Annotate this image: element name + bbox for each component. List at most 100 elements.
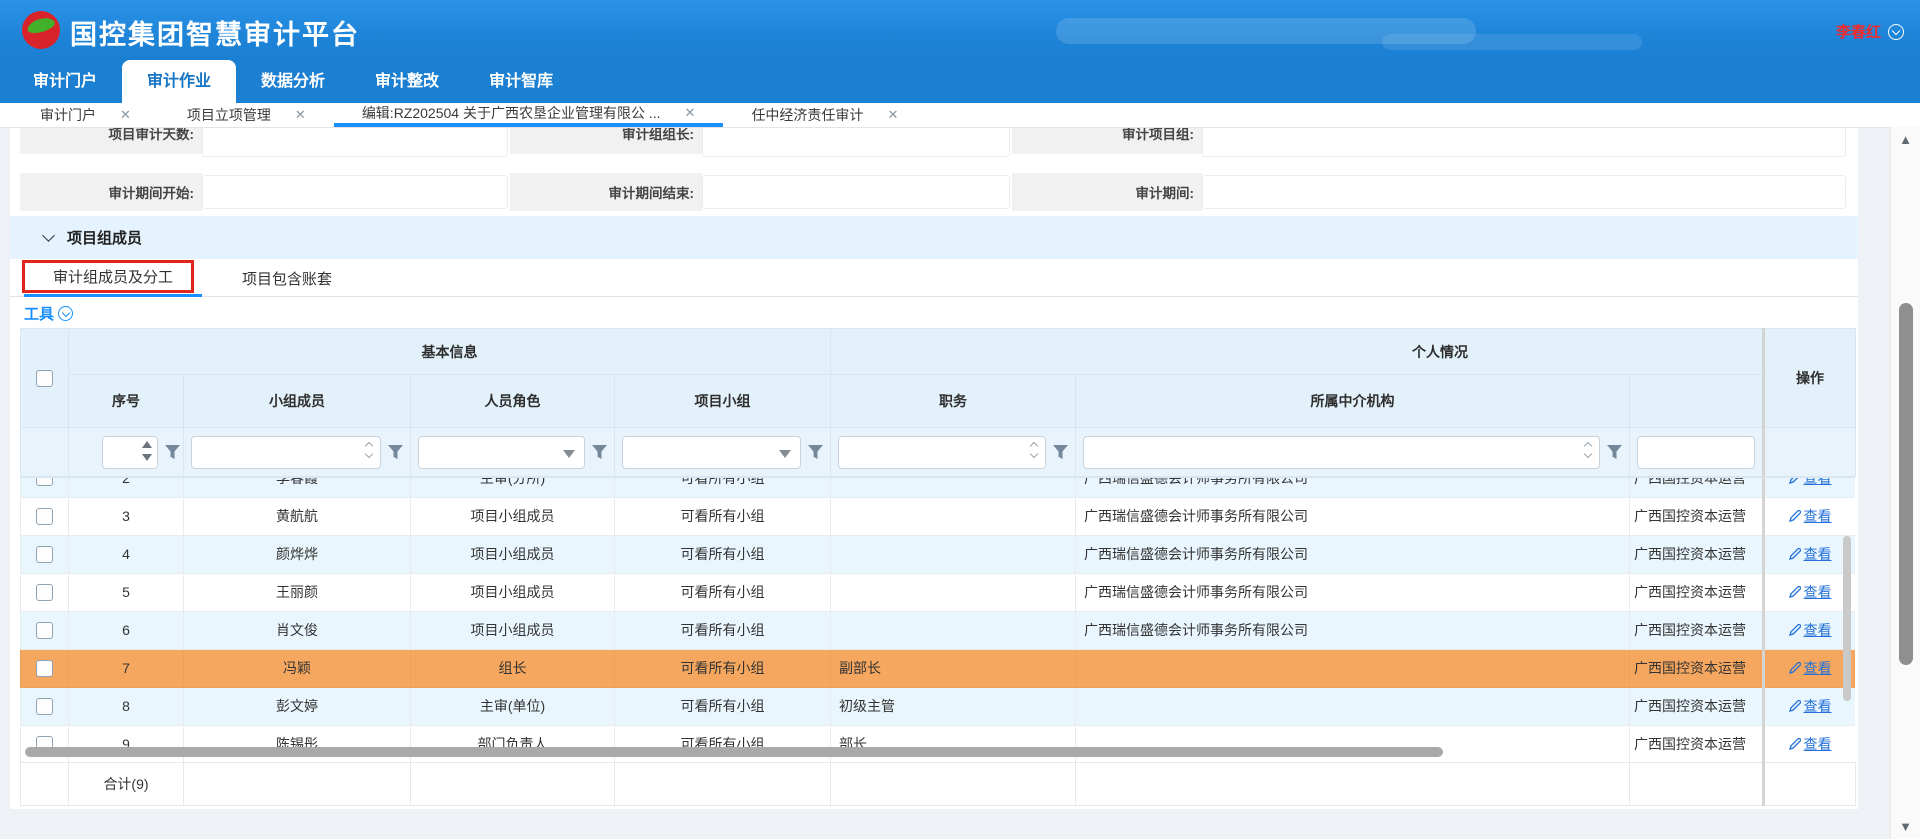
cell-seq: 2 bbox=[69, 477, 184, 497]
spin-down-icon[interactable] bbox=[142, 454, 152, 461]
spin-up-icon[interactable] bbox=[142, 441, 152, 448]
row-checkbox-cell bbox=[21, 497, 69, 535]
document-tab[interactable]: 项目立项管理✕ bbox=[159, 103, 334, 127]
tab-project-account-sets[interactable]: 项目包含账套 bbox=[222, 259, 352, 297]
row-checkbox[interactable] bbox=[36, 622, 53, 639]
filter-funnel-icon[interactable] bbox=[1053, 445, 1068, 459]
filter-controls bbox=[1630, 436, 1762, 469]
section-header-project-members[interactable]: 项目组成员 bbox=[10, 216, 1858, 259]
cell-group: 可看所有小组 bbox=[615, 535, 831, 573]
close-icon[interactable]: ✕ bbox=[120, 107, 131, 123]
select-all-checkbox[interactable] bbox=[36, 370, 53, 387]
select-filter-dropdown[interactable] bbox=[418, 436, 585, 469]
close-icon[interactable]: ✕ bbox=[295, 107, 306, 123]
chevron-down-icon bbox=[1584, 449, 1592, 457]
audit-period-end-input[interactable] bbox=[702, 175, 1010, 209]
combo-chevrons-icon[interactable] bbox=[1031, 443, 1037, 457]
row-checkbox[interactable] bbox=[36, 477, 53, 486]
footer-cell bbox=[21, 763, 69, 806]
content-area: 项目审计天数: 审计组组长: 审计项目组: 审计期间开始: 审计期间结束: 审计… bbox=[0, 127, 1890, 839]
combo-chevrons-icon[interactable] bbox=[366, 443, 372, 457]
row-checkbox[interactable] bbox=[36, 546, 53, 563]
cell-member: 黄航航 bbox=[184, 497, 411, 535]
tab-audit-team-members[interactable]: 审计组成员及分工 bbox=[24, 259, 202, 297]
form-input[interactable] bbox=[702, 127, 1010, 157]
close-icon[interactable]: ✕ bbox=[685, 105, 696, 121]
user-name[interactable]: 李春红 bbox=[1836, 21, 1881, 42]
number-filter-input[interactable] bbox=[102, 436, 158, 469]
nav-item-2[interactable]: 审计作业 bbox=[122, 60, 236, 103]
row-checkbox-cell bbox=[21, 611, 69, 649]
row-checkbox[interactable] bbox=[36, 508, 53, 525]
scroll-down-arrow[interactable]: ▼ bbox=[1891, 819, 1920, 834]
nav-item-4[interactable]: 审计整改 bbox=[350, 60, 464, 103]
form-input[interactable] bbox=[1202, 127, 1846, 157]
column-header-7 bbox=[1630, 375, 1764, 428]
audit-period-start-input[interactable] bbox=[202, 175, 508, 209]
document-tabbar: 审计门户✕项目立项管理✕编辑:RZ202504 关于广西农垦企业管理有限公 ..… bbox=[0, 103, 1920, 127]
select-filter-dropdown[interactable] bbox=[622, 436, 801, 469]
table-vertical-scrollbar-thumb[interactable] bbox=[1843, 536, 1851, 701]
row-checkbox[interactable] bbox=[36, 660, 53, 677]
text-filter-input[interactable] bbox=[838, 436, 1046, 469]
cell-org: 广西国控资本运营 bbox=[1630, 477, 1764, 497]
header-cloud-decoration bbox=[1382, 34, 1642, 50]
cell-org: 广西国控资本运营 bbox=[1630, 649, 1764, 687]
view-link[interactable]: 查看 bbox=[1804, 698, 1832, 714]
cell-duty bbox=[831, 611, 1076, 649]
row-checkbox[interactable] bbox=[36, 698, 53, 715]
page: 国控集团智慧审计平台 李春红 审计门户审计作业数据分析审计整改审计智库 审计门户… bbox=[0, 0, 1920, 839]
horizontal-scrollbar-thumb[interactable] bbox=[25, 747, 1443, 757]
filter-funnel-icon[interactable] bbox=[165, 445, 180, 459]
form-field: 审计项目组: bbox=[1012, 127, 1846, 160]
chevron-down-icon bbox=[365, 449, 373, 457]
combo-chevrons-icon[interactable] bbox=[1585, 443, 1591, 457]
cell-group: 可看所有小组 bbox=[615, 611, 831, 649]
cell-agency: 广西瑞信盛德会计师事务所有限公司 bbox=[1076, 477, 1630, 497]
text-filter-input[interactable] bbox=[191, 436, 381, 469]
view-link[interactable]: 查看 bbox=[1804, 477, 1832, 486]
user-menu[interactable]: 李春红 bbox=[1836, 21, 1904, 42]
view-link[interactable]: 查看 bbox=[1804, 736, 1832, 752]
document-tab-label: 任中经济责任审计 bbox=[751, 105, 863, 125]
view-link[interactable]: 查看 bbox=[1804, 660, 1832, 676]
cell-agency: 广西瑞信盛德会计师事务所有限公司 bbox=[1076, 535, 1630, 573]
view-link[interactable]: 查看 bbox=[1804, 546, 1832, 562]
chevron-down-circle-icon bbox=[58, 306, 73, 321]
cell-org: 广西国控资本运营 bbox=[1630, 611, 1764, 649]
nav-item-3[interactable]: 数据分析 bbox=[236, 60, 350, 103]
scroll-up-arrow[interactable]: ▲ bbox=[1891, 132, 1920, 147]
cell-member: 李春霞 bbox=[184, 477, 411, 497]
row-checkbox[interactable] bbox=[36, 584, 53, 601]
document-tab[interactable]: 编辑:RZ202504 关于广西农垦企业管理有限公 ... ✕ bbox=[334, 103, 724, 127]
view-link[interactable]: 查看 bbox=[1804, 622, 1832, 638]
cell-action: 查看 bbox=[1764, 649, 1856, 687]
text-filter-input[interactable] bbox=[1083, 436, 1600, 469]
document-tab[interactable]: 任中经济责任审计 ✕ bbox=[723, 103, 926, 127]
page-scrollbar-thumb[interactable] bbox=[1899, 303, 1913, 665]
tools-dropdown[interactable]: 工具 bbox=[10, 299, 1858, 327]
filter-funnel-icon[interactable] bbox=[808, 445, 823, 459]
view-link[interactable]: 查看 bbox=[1804, 584, 1832, 600]
close-icon[interactable]: ✕ bbox=[887, 107, 898, 123]
nav-item-1[interactable]: 审计门户 bbox=[8, 60, 122, 103]
form-input[interactable] bbox=[202, 127, 508, 157]
column-header-6: 所属中介机构 bbox=[1076, 375, 1630, 428]
audit-period-input[interactable] bbox=[1202, 175, 1846, 209]
edit-pencil-icon bbox=[1789, 700, 1801, 712]
cell-member: 肖文俊 bbox=[184, 611, 411, 649]
filter-funnel-icon[interactable] bbox=[388, 445, 403, 459]
footer-total: 合计(9) bbox=[69, 763, 184, 806]
form-label: 审计期间开始: bbox=[20, 173, 202, 211]
document-tab-label: 编辑:RZ202504 关于广西农垦企业管理有限公 ... bbox=[362, 103, 661, 123]
text-filter-input[interactable] bbox=[1637, 436, 1755, 469]
document-tab[interactable]: 审计门户✕ bbox=[12, 103, 159, 127]
table-row: 4颜烨烨项目小组成员可看所有小组广西瑞信盛德会计师事务所有限公司广西国控资本运营… bbox=[21, 535, 1856, 573]
nav-item-5[interactable]: 审计智库 bbox=[464, 60, 578, 103]
chevron-down-circle-icon[interactable] bbox=[1888, 24, 1904, 40]
spinner-arrows-icon[interactable] bbox=[142, 441, 152, 461]
filter-cell bbox=[69, 428, 184, 477]
view-link[interactable]: 查看 bbox=[1804, 508, 1832, 524]
filter-funnel-icon[interactable] bbox=[1607, 445, 1622, 459]
filter-funnel-icon[interactable] bbox=[592, 445, 607, 459]
